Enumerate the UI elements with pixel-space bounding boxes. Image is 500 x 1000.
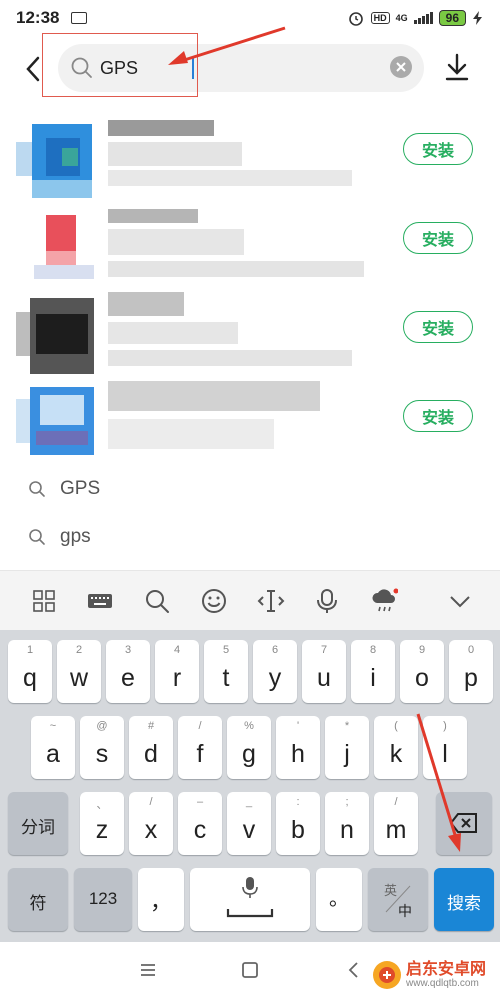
space-bar-icon: [226, 909, 274, 918]
watermark-logo: 启东安卓网 www.qdlqtb.com: [372, 960, 486, 990]
status-bar: 12:38 HD 4G 96: [0, 0, 500, 36]
keyboard-status-icon: [71, 12, 88, 24]
microphone-icon[interactable]: [313, 587, 341, 615]
install-button[interactable]: 安装: [403, 222, 473, 254]
key-u[interactable]: 7u: [302, 640, 346, 703]
key-e[interactable]: 3e: [106, 640, 150, 703]
keyboard-layout-icon[interactable]: [86, 587, 114, 615]
home-icon[interactable]: [240, 960, 260, 980]
key-k[interactable]: (k: [374, 716, 418, 779]
language-switch-key[interactable]: 英 中: [368, 868, 428, 931]
network-type: 4G: [395, 13, 408, 23]
emoji-icon[interactable]: [200, 587, 228, 615]
lang-bottom-label: 中: [398, 903, 412, 919]
app-info-blurred: [108, 419, 274, 449]
key-a[interactable]: ~ a: [31, 716, 75, 779]
install-button[interactable]: 安装: [403, 133, 473, 165]
key-v[interactable]: _ v: [227, 792, 271, 855]
app-info-blurred: [108, 229, 244, 255]
key-m[interactable]: / m: [374, 792, 418, 855]
backspace-key[interactable]: [436, 792, 492, 855]
alarm-icon: [348, 12, 363, 26]
signal-icon: [413, 12, 433, 24]
app-result-row[interactable]: 安装: [0, 381, 500, 474]
search-highlight-box: [42, 33, 198, 97]
status-time: 12:38: [16, 8, 60, 27]
download-icon[interactable]: [444, 52, 470, 82]
watermark-title: 启东安卓网: [406, 960, 487, 978]
key-h[interactable]: ' h: [276, 716, 320, 779]
app-name-blurred: [108, 381, 320, 411]
app-result-row[interactable]: 安装: [0, 118, 500, 207]
key-j[interactable]: * j: [325, 716, 369, 779]
suggestion-text: gps: [60, 526, 91, 547]
app-info-blurred: [108, 142, 242, 166]
backspace-icon: [450, 813, 477, 833]
app-icon: [16, 387, 108, 469]
key-p[interactable]: 0p: [449, 640, 493, 703]
key-y[interactable]: 6y: [253, 640, 297, 703]
app-desc-blurred: [108, 170, 352, 186]
app-icon: [16, 298, 108, 380]
period-key[interactable]: 。: [316, 868, 362, 931]
search-icon: [29, 481, 45, 497]
app-info-blurred: [108, 322, 238, 344]
watermark-url: www.qdlqtb.com: [406, 977, 479, 989]
watermark-icon: [373, 961, 401, 989]
cursor-move-icon[interactable]: [257, 587, 285, 615]
back-icon[interactable]: [344, 960, 364, 980]
app-icon: [16, 120, 108, 202]
key-x[interactable]: / x: [129, 792, 173, 855]
key-b[interactable]: :b: [276, 792, 320, 855]
key-c[interactable]: – c: [178, 792, 222, 855]
app-name-blurred: [108, 292, 184, 316]
battery-icon: 96: [438, 10, 466, 26]
suggestion-item[interactable]: GPS: [0, 466, 500, 512]
key-d[interactable]: # d: [129, 716, 173, 779]
keyboard-toolbar: [0, 570, 500, 630]
fenci-key[interactable]: 分词: [8, 792, 68, 855]
hd-badge: HD: [370, 12, 390, 24]
key-l[interactable]: ) l: [423, 716, 467, 779]
symbol-key[interactable]: 符: [8, 868, 68, 931]
key-q[interactable]: 1q: [8, 640, 52, 703]
key-g[interactable]: % g: [227, 716, 271, 779]
app-result-row[interactable]: 安装: [0, 292, 500, 385]
key-w[interactable]: 2w: [57, 640, 101, 703]
key-t[interactable]: 5t: [204, 640, 248, 703]
number-key[interactable]: 123: [74, 868, 132, 931]
clear-icon[interactable]: [389, 55, 413, 79]
suggestion-item[interactable]: gps: [0, 514, 500, 560]
search-icon: [29, 529, 45, 545]
key-i[interactable]: 8i: [351, 640, 395, 703]
search-key[interactable]: 搜索: [434, 868, 494, 931]
key-f[interactable]: / f: [178, 716, 222, 779]
comma-key[interactable]: ，: [138, 868, 184, 931]
keyboard: 1q 2w 3e 4r 5t 6y 7u 8i 9o 0p ~ a @ s # d /…: [0, 630, 500, 942]
key-s[interactable]: @ s: [80, 716, 124, 779]
menu-icon[interactable]: [138, 960, 158, 980]
suggestion-text: GPS: [60, 478, 101, 499]
app-name-blurred: [108, 120, 214, 136]
grid-menu-icon[interactable]: [30, 587, 58, 615]
app-result-row[interactable]: 安装: [0, 207, 500, 296]
install-button[interactable]: 安装: [403, 400, 473, 432]
chevron-down-icon[interactable]: [446, 587, 474, 615]
search-icon[interactable]: [143, 587, 171, 615]
charging-icon: [473, 11, 482, 25]
app-name-blurred: [108, 209, 198, 223]
app-desc-blurred: [108, 350, 352, 366]
key-z[interactable]: 、 z: [80, 792, 124, 855]
app-icon: [16, 209, 108, 291]
weather-icon[interactable]: [370, 587, 398, 615]
install-button[interactable]: 安装: [403, 311, 473, 343]
app-desc-blurred: [108, 261, 364, 277]
diagonal-divider-icon: [385, 885, 411, 913]
key-r[interactable]: 4r: [155, 640, 199, 703]
microphone-icon: [242, 877, 258, 898]
space-key[interactable]: [190, 868, 310, 931]
key-o[interactable]: 9o: [400, 640, 444, 703]
key-n[interactable]: ; n: [325, 792, 369, 855]
